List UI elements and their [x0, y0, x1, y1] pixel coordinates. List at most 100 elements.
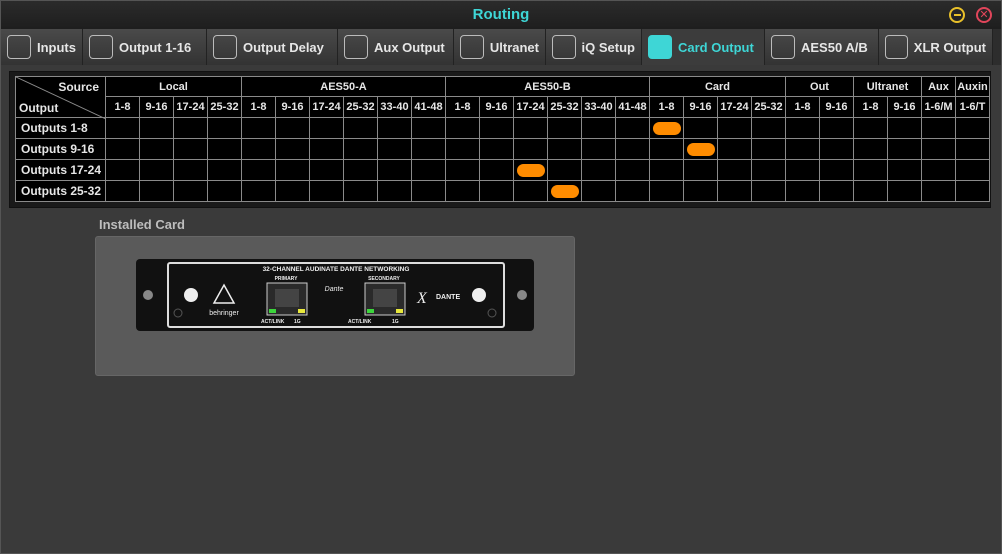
routing-cell[interactable]	[581, 117, 616, 139]
routing-cell[interactable]	[751, 117, 786, 139]
routing-cell[interactable]	[853, 180, 888, 202]
routing-cell[interactable]	[955, 180, 990, 202]
routing-cell[interactable]	[343, 180, 378, 202]
routing-cell[interactable]	[343, 138, 378, 160]
routing-cell[interactable]	[275, 138, 310, 160]
routing-cell[interactable]	[275, 159, 310, 181]
routing-cell[interactable]	[309, 159, 344, 181]
routing-cell[interactable]	[343, 159, 378, 181]
close-button[interactable]: ✕	[976, 7, 992, 23]
routing-cell[interactable]	[853, 159, 888, 181]
routing-cell[interactable]	[615, 117, 650, 139]
routing-cell[interactable]	[241, 180, 276, 202]
routing-cell[interactable]	[275, 117, 310, 139]
routing-cell[interactable]	[445, 159, 480, 181]
routing-cell[interactable]	[921, 117, 956, 139]
routing-cell[interactable]	[241, 117, 276, 139]
routing-cell[interactable]	[309, 180, 344, 202]
tab-output-1-16[interactable]: Output 1-16	[83, 29, 207, 65]
routing-cell[interactable]	[479, 138, 514, 160]
routing-cell[interactable]	[683, 138, 718, 160]
routing-cell[interactable]	[887, 159, 922, 181]
routing-cell[interactable]	[751, 159, 786, 181]
routing-cell[interactable]	[751, 138, 786, 160]
routing-cell[interactable]	[173, 180, 208, 202]
routing-cell[interactable]	[581, 138, 616, 160]
tab-aes50-a-b[interactable]: AES50 A/B	[765, 29, 879, 65]
routing-cell[interactable]	[547, 159, 582, 181]
routing-cell[interactable]	[513, 138, 548, 160]
routing-cell[interactable]	[377, 159, 412, 181]
routing-cell[interactable]	[479, 117, 514, 139]
routing-cell[interactable]	[785, 138, 820, 160]
routing-cell[interactable]	[921, 138, 956, 160]
routing-cell[interactable]	[921, 159, 956, 181]
routing-cell[interactable]	[853, 138, 888, 160]
routing-cell[interactable]	[105, 117, 140, 139]
routing-cell[interactable]	[717, 117, 752, 139]
routing-cell[interactable]	[173, 117, 208, 139]
routing-cell[interactable]	[649, 138, 684, 160]
routing-cell[interactable]	[887, 117, 922, 139]
routing-cell[interactable]	[683, 159, 718, 181]
routing-cell[interactable]	[955, 117, 990, 139]
routing-cell[interactable]	[343, 117, 378, 139]
routing-cell[interactable]	[547, 138, 582, 160]
tab-card-output[interactable]: Card Output	[642, 29, 765, 65]
routing-cell[interactable]	[139, 159, 174, 181]
routing-cell[interactable]	[105, 138, 140, 160]
routing-cell[interactable]	[615, 138, 650, 160]
routing-cell[interactable]	[377, 117, 412, 139]
routing-cell[interactable]	[513, 159, 548, 181]
routing-cell[interactable]	[139, 138, 174, 160]
routing-cell[interactable]	[581, 180, 616, 202]
tab-aux-output[interactable]: Aux Output	[338, 29, 454, 65]
routing-cell[interactable]	[819, 117, 854, 139]
routing-cell[interactable]	[411, 180, 446, 202]
routing-cell[interactable]	[411, 159, 446, 181]
routing-cell[interactable]	[921, 180, 956, 202]
routing-cell[interactable]	[955, 138, 990, 160]
routing-cell[interactable]	[445, 180, 480, 202]
routing-cell[interactable]	[105, 180, 140, 202]
routing-cell[interactable]	[411, 138, 446, 160]
routing-cell[interactable]	[751, 180, 786, 202]
routing-cell[interactable]	[717, 180, 752, 202]
tab-ultranet[interactable]: Ultranet	[454, 29, 546, 65]
routing-cell[interactable]	[479, 159, 514, 181]
routing-cell[interactable]	[445, 117, 480, 139]
routing-cell[interactable]	[649, 159, 684, 181]
routing-cell[interactable]	[479, 180, 514, 202]
routing-cell[interactable]	[819, 180, 854, 202]
routing-cell[interactable]	[411, 117, 446, 139]
routing-cell[interactable]	[819, 138, 854, 160]
routing-cell[interactable]	[853, 117, 888, 139]
routing-cell[interactable]	[955, 159, 990, 181]
routing-cell[interactable]	[819, 159, 854, 181]
routing-cell[interactable]	[581, 159, 616, 181]
routing-cell[interactable]	[683, 117, 718, 139]
routing-cell[interactable]	[207, 117, 242, 139]
routing-cell[interactable]	[615, 180, 650, 202]
routing-cell[interactable]	[241, 138, 276, 160]
tab-inputs[interactable]: Inputs	[1, 29, 83, 65]
routing-cell[interactable]	[683, 180, 718, 202]
tab-output-delay[interactable]: Output Delay	[207, 29, 338, 65]
routing-cell[interactable]	[207, 159, 242, 181]
routing-cell[interactable]	[309, 117, 344, 139]
routing-cell[interactable]	[887, 138, 922, 160]
routing-cell[interactable]	[887, 180, 922, 202]
minimize-button[interactable]	[949, 7, 965, 23]
routing-cell[interactable]	[139, 117, 174, 139]
routing-cell[interactable]	[513, 180, 548, 202]
routing-cell[interactable]	[275, 180, 310, 202]
routing-cell[interactable]	[717, 159, 752, 181]
routing-cell[interactable]	[615, 159, 650, 181]
routing-cell[interactable]	[105, 159, 140, 181]
routing-cell[interactable]	[241, 159, 276, 181]
tab-xlr-output[interactable]: XLR Output	[879, 29, 993, 65]
routing-cell[interactable]	[547, 117, 582, 139]
routing-cell[interactable]	[377, 180, 412, 202]
routing-cell[interactable]	[309, 138, 344, 160]
routing-cell[interactable]	[649, 117, 684, 139]
